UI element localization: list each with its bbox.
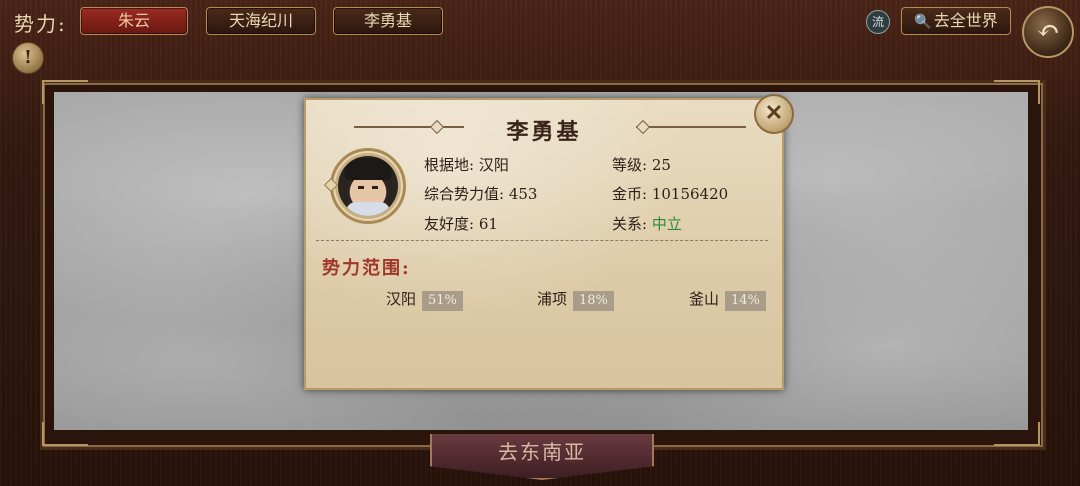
go-world-label: 去全世界: [933, 11, 998, 30]
territory-name: 釜山: [689, 290, 720, 308]
faction-label: 势力:: [14, 12, 67, 36]
gold-row: 金币: 10156420: [612, 183, 728, 204]
territory-name: 汉阳: [386, 290, 417, 308]
gold-label: 金币:: [612, 185, 648, 203]
search-icon: 🔍: [914, 14, 932, 30]
tab-liyongji[interactable]: 李勇基: [333, 7, 443, 35]
base-label: 根据地:: [424, 156, 475, 174]
friendship-row: 友好度: 61: [424, 213, 498, 234]
back-arrow-icon: ↶: [1036, 14, 1060, 47]
divider: [316, 240, 768, 241]
back-arrow-button[interactable]: ↶: [1022, 6, 1074, 58]
power-label: 综合势力值:: [424, 185, 505, 203]
territory-percent: 14%: [725, 291, 766, 311]
avatar: [330, 148, 406, 224]
frame-corner-ornament: [994, 80, 1040, 104]
tab-zhuyun[interactable]: 朱云: [80, 7, 188, 35]
base-value: 汉阳: [478, 156, 509, 174]
friendship-label: 友好度:: [424, 215, 475, 233]
panel-title: 李勇基: [506, 119, 582, 145]
top-bar: 势力: 朱云 天海纪川 李勇基 流 🔍 去全世界 ↶: [0, 0, 1080, 58]
tab-tianhai[interactable]: 天海纪川: [206, 7, 316, 35]
friendship-value: 61: [478, 215, 498, 233]
flow-button[interactable]: 流: [866, 10, 890, 34]
territory-percent: 18%: [573, 291, 614, 311]
portrait-image: [338, 156, 398, 216]
territory-name: 浦项: [537, 290, 568, 308]
power-value: 453: [508, 185, 538, 203]
gold-value: 10156420: [651, 185, 729, 203]
faction-info-panel: 李勇基 ✕ 根据地: 汉阳 等级: 25 综合势力值: 453 金币: 1015…: [304, 94, 794, 390]
level-row: 等级: 25: [612, 154, 671, 175]
territory-item: 釜山 14%: [689, 288, 766, 311]
territory-percent: 51%: [422, 291, 463, 311]
territory-item: 汉阳 51%: [386, 288, 463, 311]
alert-button[interactable]: !: [12, 42, 44, 74]
frame-corner-ornament: [994, 422, 1040, 446]
level-label: 等级:: [612, 156, 648, 174]
level-value: 25: [651, 156, 671, 174]
relation-value: 中立: [651, 215, 682, 233]
territory-range-title: 势力范围:: [322, 258, 411, 279]
territory-item: 浦项 18%: [537, 288, 614, 311]
base-row: 根据地: 汉阳: [424, 154, 509, 175]
close-button[interactable]: ✕: [754, 94, 794, 134]
relation-row: 关系: 中立: [612, 213, 682, 234]
power-row: 综合势力值: 453: [424, 183, 537, 204]
frame-corner-ornament: [42, 80, 88, 104]
go-world-button[interactable]: 🔍 去全世界: [901, 7, 1011, 35]
relation-label: 关系:: [612, 215, 648, 233]
frame-corner-ornament: [42, 422, 88, 446]
